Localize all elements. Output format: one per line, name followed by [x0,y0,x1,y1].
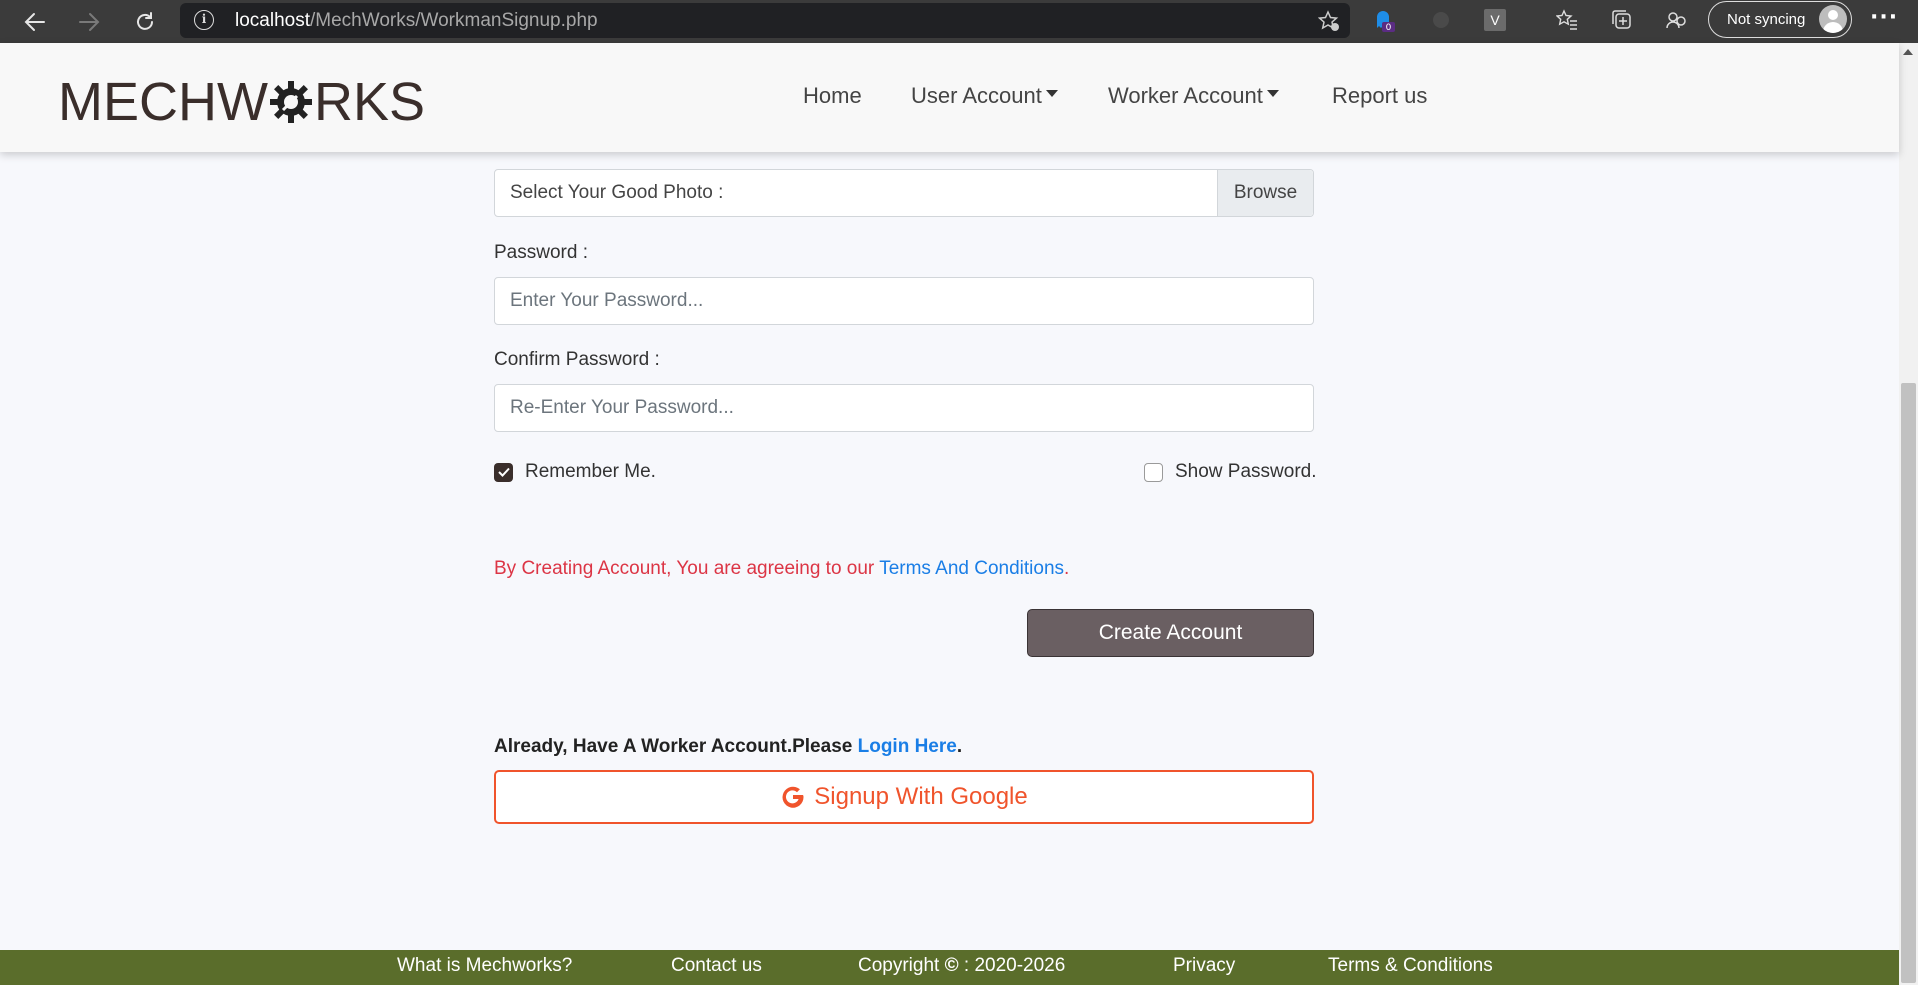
password-label: Password : [494,242,588,263]
terms-notice: By Creating Account, You are agreeing to… [494,558,1070,579]
info-icon[interactable]: i [194,10,214,30]
footer-contact[interactable]: Contact us [671,955,762,977]
avatar [1819,5,1847,33]
terms-link[interactable]: Terms And Conditions [879,558,1064,579]
address-bar[interactable]: i localhost/MechWorks/WorkmanSignup.php [180,3,1350,38]
extension-ghost-icon[interactable]: 0 [1373,9,1395,32]
favorites-icon[interactable] [1556,9,1578,31]
sync-label: Not syncing [1727,11,1806,28]
scroll-thumb[interactable] [1901,383,1916,983]
browse-button[interactable]: Browse [1217,170,1313,216]
site-navbar: MECHW RKS Home User Account Worker Accou… [0,43,1899,152]
nav-home[interactable]: Home [803,83,862,109]
already-have-account-text: Already, Have A Worker Account.Please Lo… [494,736,963,757]
forward-button[interactable] [73,6,105,38]
footer-copyright: Copyright © : 2020-2026 [858,955,1066,976]
collections-icon[interactable] [1611,9,1633,31]
nav-user-account[interactable]: User Account [911,83,1058,109]
site-footer: What is Mechworks? Contact us Copyright … [0,950,1899,985]
gear-wrench-icon [269,81,312,123]
login-here-link[interactable]: Login Here [858,736,957,757]
back-button[interactable] [19,6,51,38]
show-password-checkbox[interactable]: Show Password. [1144,461,1317,483]
forward-arrow-icon [79,13,100,31]
add-favorite-icon[interactable] [1317,10,1340,36]
footer-terms[interactable]: Terms & Conditions [1328,955,1493,977]
checkbox-unchecked-icon[interactable] [1144,462,1163,482]
caret-down-icon [1266,89,1279,97]
nav-worker-account[interactable]: Worker Account [1108,83,1279,109]
svg-text:0: 0 [1386,23,1392,32]
browser-toolbar: i localhost/MechWorks/WorkmanSignup.php … [0,0,1918,43]
refresh-icon [137,12,153,30]
footer-privacy[interactable]: Privacy [1173,955,1235,977]
password-input[interactable] [494,277,1314,325]
remember-me-checkbox[interactable]: Remember Me. [494,461,656,483]
footer-what-is[interactable]: What is Mechworks? [397,955,572,977]
checkbox-checked-icon[interactable] [494,462,513,482]
confirm-password-label: Confirm Password : [494,349,660,370]
remember-me-label: Remember Me. [525,461,656,482]
scroll-up-icon[interactable] [1903,49,1913,55]
more-menu-icon[interactable]: ··· [1870,5,1898,30]
create-account-button[interactable]: Create Account [1027,609,1314,657]
not-syncing-button[interactable]: Not syncing [1708,1,1852,38]
profile-sync-icon[interactable] [1665,9,1687,31]
page-scrollbar[interactable] [1899,43,1918,985]
photo-file-input[interactable]: Select Your Good Photo : Browse [494,169,1314,217]
refresh-button[interactable] [129,6,161,38]
google-icon [782,786,804,808]
nav-report-us[interactable]: Report us [1332,83,1427,109]
signup-with-google-button[interactable]: Signup With Google [494,770,1314,824]
back-arrow-icon [24,13,45,31]
photo-file-label: Select Your Good Photo : [510,182,724,203]
extension-dark-icon[interactable] [1430,9,1452,31]
extension-v-icon[interactable]: V [1484,9,1506,31]
mechworks-logo[interactable]: MECHW RKS [58,71,425,133]
url-text[interactable]: localhost/MechWorks/WorkmanSignup.php [235,10,598,32]
copyright-icon: © [944,955,959,976]
show-password-label: Show Password. [1175,461,1317,482]
confirm-password-input[interactable] [494,384,1314,432]
caret-down-icon [1045,89,1058,97]
